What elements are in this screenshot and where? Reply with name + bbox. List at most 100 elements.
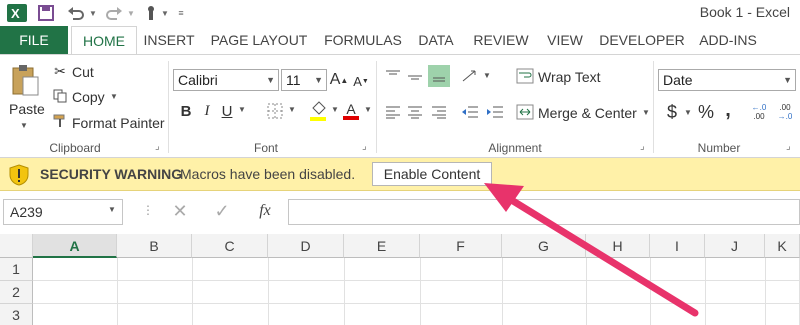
top-align-icon[interactable] [384,67,402,85]
alignment-group-label: Alignment [488,141,542,155]
column-header[interactable]: J [705,234,765,258]
align-right-icon[interactable] [430,103,448,121]
font-color-dropdown-icon[interactable]: ▼ [364,105,372,114]
merge-center-label[interactable]: Merge & Center [538,105,637,121]
decrease-indent-icon[interactable] [460,103,480,121]
underline-dropdown-icon[interactable]: ▼ [238,105,246,114]
borders-dropdown-icon[interactable]: ▼ [288,105,296,114]
column-header[interactable]: I [650,234,705,258]
paste-icon[interactable] [8,61,42,99]
bottom-align-icon[interactable] [428,65,450,87]
cut-label[interactable]: Cut [72,64,94,80]
redo-icon[interactable] [104,3,124,23]
tab-review[interactable]: REVIEW [470,26,532,54]
bold-button[interactable]: B [178,101,194,121]
italic-button[interactable]: I [200,101,214,121]
paste-label[interactable]: Paste [9,101,45,117]
wrap-text-label[interactable]: Wrap Text [538,69,601,85]
increase-font-icon[interactable]: A ▲ [330,69,349,91]
security-warning-title: SECURITY WARNING [40,166,183,182]
number-launcher-icon[interactable]: ⌟ [786,141,791,152]
percent-button[interactable]: % [696,101,716,123]
tab-home[interactable]: HOME [71,26,137,55]
fill-color-dropdown-icon[interactable]: ▼ [331,105,339,114]
cancel-formula-icon[interactable]: ✕ [170,201,190,221]
column-header[interactable]: G [502,234,586,258]
font-name-combo[interactable]: Calibri ▼ [173,69,279,91]
svg-text:X: X [11,6,20,21]
column-header[interactable]: H [586,234,650,258]
column-header[interactable]: E [344,234,420,258]
column-header[interactable]: A [33,234,117,258]
column-header[interactable]: K [765,234,800,258]
tab-data[interactable]: DATA [412,26,460,54]
grid-row-2[interactable] [33,281,800,304]
clipboard-launcher-icon[interactable]: ⌟ [155,141,160,152]
increase-indent-icon[interactable] [485,103,505,121]
alignment-launcher-icon[interactable]: ⌟ [640,141,645,152]
merge-dropdown-icon[interactable]: ▼ [642,108,650,117]
align-left-icon[interactable] [384,103,402,121]
undo-dropdown-icon[interactable]: ▼ [88,3,98,23]
tab-page-layout[interactable]: PAGE LAYOUT [207,26,311,54]
tab-view[interactable]: VIEW [542,26,588,54]
font-color-icon[interactable]: A [342,99,360,123]
column-header[interactable]: D [268,234,344,258]
row-header[interactable]: 2 [0,281,33,304]
font-launcher-icon[interactable]: ⌟ [362,141,367,152]
currency-dropdown-icon[interactable]: ▼ [684,108,692,117]
touch-mode-icon[interactable] [142,3,160,23]
touch-dropdown-icon[interactable]: ▼ [160,3,170,23]
select-all-corner[interactable] [0,234,33,258]
clipboard-group-label: Clipboard [49,141,101,155]
enter-formula-icon[interactable]: ✓ [212,201,232,221]
tab-insert[interactable]: INSERT [140,26,198,54]
save-icon[interactable] [36,3,56,23]
row-header[interactable]: 3 [0,304,33,325]
underline-button[interactable]: U [220,101,234,121]
ribbon-separator [376,61,377,153]
font-size-combo[interactable]: 11 ▼ [281,69,327,91]
fill-color-icon[interactable] [308,99,328,123]
paste-dropdown-icon[interactable]: ▼ [20,121,28,130]
borders-icon[interactable] [265,101,285,121]
wrap-text-icon[interactable] [515,67,535,85]
grid-row-3[interactable] [33,304,800,325]
number-format-combo[interactable]: Date ▼ [658,69,796,91]
column-header[interactable]: B [117,234,192,258]
tab-developer[interactable]: DEVELOPER [596,26,688,54]
comma-button[interactable]: , [722,99,734,121]
decrease-font-icon[interactable]: A ▼ [353,71,369,91]
font-size-value: 11 [286,72,301,88]
orientation-dropdown-icon[interactable]: ▼ [483,71,491,80]
tab-file[interactable]: FILE [0,26,68,54]
formula-input[interactable] [288,199,800,225]
customize-qat-icon[interactable]: ≡ [176,3,186,23]
copy-dropdown-icon[interactable]: ▼ [110,92,118,101]
tab-add-ins[interactable]: ADD-INS [693,26,763,54]
format-painter-label[interactable]: Format Painter [72,115,165,131]
middle-align-icon[interactable] [406,67,424,85]
row-header[interactable]: 1 [0,258,33,281]
insert-function-icon[interactable]: fx [255,201,275,221]
orientation-icon[interactable] [460,67,480,85]
column-header[interactable]: F [420,234,502,258]
undo-icon[interactable] [66,3,86,23]
format-painter-icon[interactable] [52,113,68,129]
merge-center-icon[interactable] [515,103,535,121]
increase-decimal-icon[interactable]: ←.0.00 [748,101,770,123]
grid-row-1[interactable] [33,258,800,281]
copy-label[interactable]: Copy [72,89,105,105]
currency-button[interactable]: $ [664,101,680,123]
cut-icon[interactable]: ✂ [52,63,68,79]
tab-formulas[interactable]: FORMULAS [318,26,408,54]
decrease-decimal-icon[interactable]: .00 →.0 [774,101,796,123]
redo-dropdown-icon[interactable]: ▼ [126,3,136,23]
copy-icon[interactable] [52,88,68,104]
name-box[interactable]: A239 [3,199,123,225]
align-center-icon[interactable] [406,103,424,121]
name-box-dropdown-icon[interactable]: ▼ [108,205,116,214]
enable-content-button[interactable]: Enable Content [372,162,492,186]
column-header[interactable]: C [192,234,268,258]
ribbon-tabs: FILE HOME INSERT PAGE LAYOUT FORMULAS DA… [0,26,800,55]
